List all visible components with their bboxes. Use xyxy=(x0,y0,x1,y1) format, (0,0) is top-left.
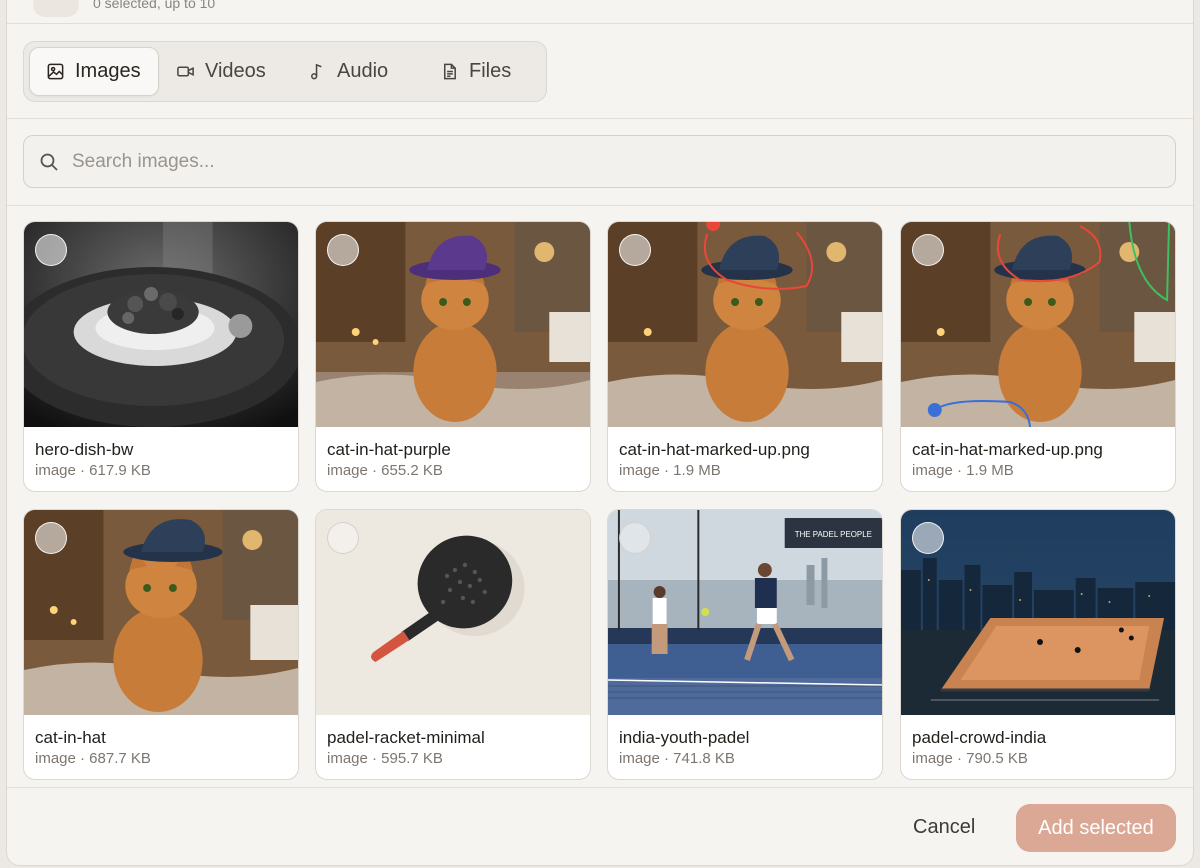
file-icon xyxy=(443,63,456,80)
media-card[interactable]: hero-dish-bw image · 617.9 KB xyxy=(23,221,299,492)
tab-videos[interactable]: Videos xyxy=(160,47,282,96)
media-card[interactable]: cat-in-hat image · 687.7 KB xyxy=(23,509,299,780)
media-meta: image · 687.7 KB xyxy=(35,750,151,767)
search-row xyxy=(7,120,1193,206)
media-card[interactable]: cat-in-hat-purple image · 655.2 KB xyxy=(315,221,591,492)
selection-count: 0 selected, up to 10 xyxy=(93,0,216,11)
tab-files[interactable]: Files xyxy=(424,47,527,96)
media-name: cat-in-hat-marked-up.png xyxy=(619,440,810,459)
media-meta: image · 655.2 KB xyxy=(327,462,443,479)
padel-brand-banner: THE PADEL PEOPLE xyxy=(795,530,872,539)
media-meta: image · 1.9 MB xyxy=(912,462,1014,479)
media-card[interactable]: cat-in-hat-marked-up.png image · 1.9 MB xyxy=(900,221,1176,492)
media-name: padel-racket-minimal xyxy=(327,728,485,747)
select-checkbox[interactable] xyxy=(619,522,651,554)
cancel-button[interactable]: Cancel xyxy=(913,812,975,842)
media-picker-modal: 0 selected, up to 10 Images Videos Audio… xyxy=(6,0,1194,866)
media-card[interactable]: THE PADEL PEOPLE india-youth-padel image… xyxy=(607,509,883,780)
media-name: cat-in-hat xyxy=(35,728,106,747)
media-card[interactable]: cat-in-hat-marked-up.png image · 1.9 MB xyxy=(607,221,883,492)
select-checkbox[interactable] xyxy=(327,522,359,554)
search-input[interactable] xyxy=(72,136,1162,187)
search-icon xyxy=(40,153,58,171)
media-card[interactable]: padel-crowd-india image · 790.5 KB xyxy=(900,509,1176,780)
image-icon xyxy=(47,63,64,80)
music-note-icon xyxy=(311,63,322,80)
video-icon xyxy=(177,66,194,77)
media-type-tabs: Images Videos Audio Files xyxy=(23,41,547,102)
media-meta: image · 790.5 KB xyxy=(912,750,1028,767)
select-checkbox[interactable] xyxy=(35,522,67,554)
tab-label: Audio xyxy=(337,60,389,82)
media-name: cat-in-hat-purple xyxy=(327,440,451,459)
media-name: padel-crowd-india xyxy=(912,728,1047,747)
select-checkbox[interactable] xyxy=(35,234,67,266)
media-name: india-youth-padel xyxy=(619,728,750,747)
select-checkbox[interactable] xyxy=(327,234,359,266)
tab-audio[interactable]: Audio xyxy=(292,47,404,96)
media-name: hero-dish-bw xyxy=(35,440,134,459)
media-meta: image · 1.9 MB xyxy=(619,462,721,479)
tab-images[interactable]: Images xyxy=(29,47,159,96)
selection-header: 0 selected, up to 10 xyxy=(7,0,1193,24)
dialog-footer: Cancel Add selected xyxy=(7,787,1193,867)
tab-label: Images xyxy=(75,60,141,82)
tab-label: Videos xyxy=(205,60,266,82)
select-checkbox[interactable] xyxy=(619,234,651,266)
media-type-tabs-row: Images Videos Audio Files xyxy=(7,25,1193,119)
selection-indicator xyxy=(33,0,79,17)
media-meta: image · 595.7 KB xyxy=(327,750,443,767)
media-meta: image · 741.8 KB xyxy=(619,750,735,767)
search-box xyxy=(23,135,1176,188)
select-checkbox[interactable] xyxy=(912,522,944,554)
media-card[interactable]: padel-racket-minimal image · 595.7 KB xyxy=(315,509,591,780)
select-checkbox[interactable] xyxy=(912,234,944,266)
media-meta: image · 617.9 KB xyxy=(35,462,151,479)
add-selected-button[interactable]: Add selected xyxy=(1016,804,1176,852)
media-name: cat-in-hat-marked-up.png xyxy=(912,440,1103,459)
tab-label: Files xyxy=(469,60,512,82)
